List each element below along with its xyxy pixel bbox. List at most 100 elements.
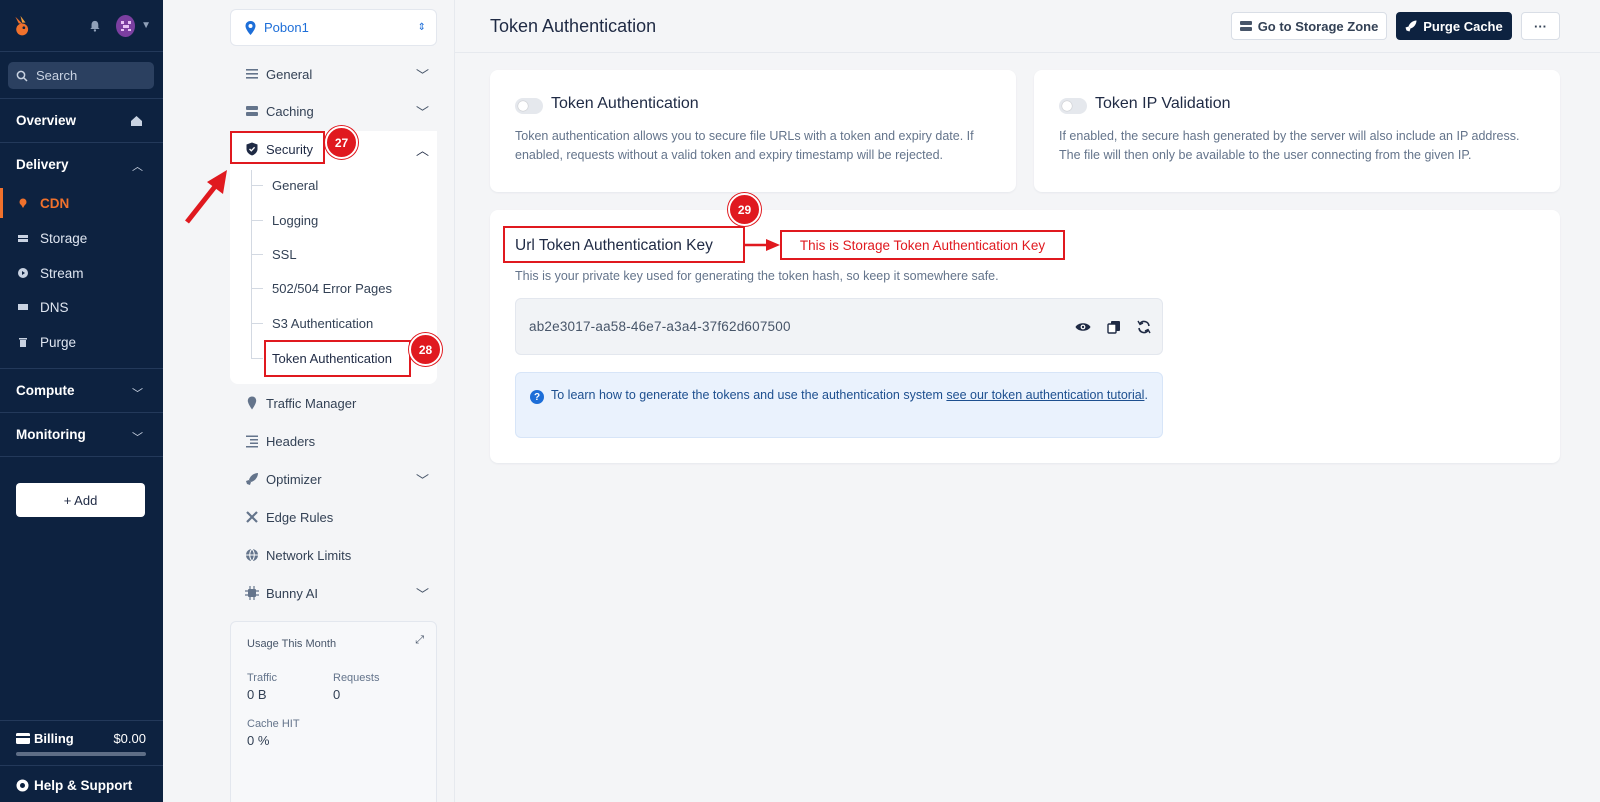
- divider: [0, 368, 163, 369]
- pin-icon: [19, 198, 27, 208]
- purge-cache-button[interactable]: Purge Cache: [1396, 12, 1512, 40]
- search-icon: [16, 70, 28, 82]
- lifebuoy-icon: [16, 779, 29, 792]
- pin-icon: [245, 20, 256, 35]
- requests-label: Requests: [333, 672, 380, 684]
- list-icon: [246, 69, 258, 79]
- page-title: Token Authentication: [490, 16, 657, 36]
- help-support-link[interactable]: Help & Support: [16, 778, 132, 793]
- token-key-field[interactable]: ab2e3017-aa58-46e7-a3a4-37f62d607500: [515, 298, 1163, 355]
- nav-delivery[interactable]: Delivery: [16, 157, 69, 172]
- zone-nav-label: Caching: [266, 103, 314, 119]
- chevron-down-icon[interactable]: ▼: [141, 20, 151, 31]
- sidebar-item-dns[interactable]: DNS: [0, 292, 163, 322]
- sidebar-item-storage[interactable]: Storage: [0, 223, 163, 253]
- rocket-icon: [1405, 20, 1417, 32]
- refresh-icon[interactable]: [1135, 318, 1153, 336]
- chevron-down-icon: ﹀: [415, 586, 429, 602]
- bunny-logo-icon[interactable]: [12, 13, 31, 39]
- trash-icon: [19, 338, 27, 347]
- sidebar-top: ▼: [0, 0, 163, 52]
- tutorial-link[interactable]: see our token authentication tutorial: [946, 388, 1144, 402]
- zone-nav-traffic-manager[interactable]: Traffic Manager: [245, 392, 435, 414]
- more-options-button[interactable]: ···: [1521, 12, 1560, 40]
- sidebar-item-purge[interactable]: Purge: [0, 327, 163, 357]
- chevron-down-icon[interactable]: ﹀: [132, 385, 143, 401]
- chevron-down-icon: ﹀: [415, 104, 429, 120]
- zone-nav-bunny-ai[interactable]: Bunny AI ﹀: [245, 582, 435, 604]
- home-icon[interactable]: [130, 115, 143, 127]
- header-divider: [455, 52, 1600, 53]
- zone-nav-edge-rules[interactable]: Edge Rules: [245, 506, 435, 528]
- tools-icon: [246, 511, 258, 523]
- eye-icon[interactable]: [1074, 318, 1092, 336]
- usage-title: Usage This Month: [247, 638, 337, 650]
- sidebar-item-label: DNS: [40, 299, 69, 315]
- info-text: To learn how to generate the tokens and …: [551, 386, 1151, 405]
- zone-nav-caching[interactable]: Caching ﹀: [245, 100, 435, 122]
- play-icon: [18, 268, 28, 278]
- step-badge-27: 27: [325, 126, 358, 159]
- token-auth-toggle[interactable]: [515, 98, 543, 114]
- card-description: If enabled, the secure hash generated by…: [1059, 129, 1520, 162]
- chip-icon: [245, 586, 259, 600]
- security-sub-logging[interactable]: Logging: [272, 213, 318, 228]
- sidebar-item-stream[interactable]: Stream: [0, 258, 163, 288]
- divider: [0, 720, 163, 721]
- bell-icon[interactable]: [89, 19, 101, 33]
- copy-icon[interactable]: [1105, 318, 1123, 336]
- search-input[interactable]: Search: [8, 62, 154, 89]
- tree-line: [251, 170, 252, 359]
- zone-selector[interactable]: Pobon1 ⇕: [230, 9, 437, 46]
- add-button[interactable]: + Add: [16, 483, 145, 517]
- security-sub-error-pages[interactable]: 502/504 Error Pages: [272, 281, 392, 296]
- security-sub-s3-auth[interactable]: S3 Authentication: [272, 316, 373, 331]
- column-divider: [454, 0, 455, 802]
- billing-row[interactable]: Billing $0.00: [16, 731, 146, 746]
- avatar-pixel-icon: [120, 20, 131, 31]
- security-sub-ssl[interactable]: SSL: [272, 247, 297, 262]
- billing-progress-bar: [16, 752, 146, 756]
- zone-nav-optimizer[interactable]: Optimizer ﹀: [245, 468, 435, 490]
- dns-icon: [18, 304, 28, 310]
- nav-overview[interactable]: Overview: [16, 113, 76, 128]
- chevron-up-icon[interactable]: ︿: [132, 158, 143, 174]
- zone-nav-label: Bunny AI: [266, 585, 319, 601]
- zone-nav-label: Traffic Manager: [266, 395, 357, 411]
- info-text-end: .: [1144, 388, 1148, 402]
- go-to-storage-zone-button[interactable]: Go to Storage Zone: [1231, 12, 1387, 40]
- card-title: Token Authentication: [551, 95, 699, 112]
- sidebar-item-cdn[interactable]: CDN: [0, 188, 163, 218]
- expand-icon[interactable]: ⤢: [415, 634, 424, 647]
- zone-nav-headers[interactable]: Headers: [245, 430, 435, 452]
- divider: [0, 142, 163, 143]
- zone-nav-label: General: [266, 66, 313, 82]
- tree-tick: [251, 185, 263, 186]
- main-sidebar: ▼ Search Overview Delivery ︿ CDN Storage…: [0, 0, 163, 802]
- chevron-down-icon[interactable]: ﹀: [132, 429, 143, 445]
- divider: [0, 412, 163, 413]
- avatar[interactable]: [116, 14, 136, 37]
- sidebar-item-label: CDN: [40, 195, 70, 211]
- pin-icon: [247, 396, 257, 410]
- zone-nav-network-limits[interactable]: Network Limits: [245, 544, 435, 566]
- traffic-value: 0 B: [247, 687, 267, 702]
- card-description: Token authentication allows you to secur…: [515, 129, 974, 162]
- zone-nav-label: Network Limits: [266, 547, 352, 563]
- help-label: Help & Support: [34, 778, 133, 793]
- zone-nav-general[interactable]: General ﹀: [245, 63, 435, 85]
- highlight-box-security: [230, 131, 325, 164]
- highlight-box-url-key: [503, 226, 745, 263]
- tree-tick: [251, 358, 263, 359]
- token-ip-toggle[interactable]: [1059, 98, 1087, 114]
- server-icon: [246, 106, 258, 116]
- nav-compute[interactable]: Compute: [16, 383, 75, 398]
- chevron-up-icon: ︿: [415, 142, 429, 158]
- nav-monitoring[interactable]: Monitoring: [16, 427, 86, 442]
- divider: [0, 765, 163, 766]
- step-badge-29: 29: [728, 193, 761, 226]
- url-key-description: This is your private key used for genera…: [515, 269, 999, 283]
- globe-icon: [246, 548, 258, 562]
- sort-updown-icon: ⇕: [417, 22, 426, 33]
- security-sub-general[interactable]: General: [272, 178, 318, 193]
